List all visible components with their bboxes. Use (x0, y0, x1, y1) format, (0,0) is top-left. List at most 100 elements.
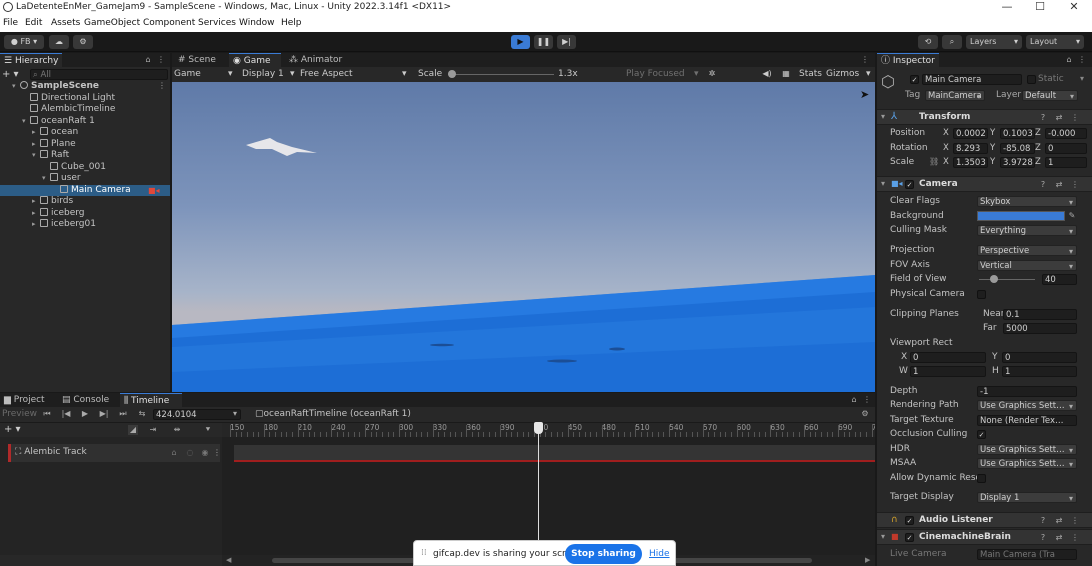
play-icon[interactable]: ▶ (80, 409, 90, 419)
layer-dropdown[interactable]: Default (1022, 90, 1078, 102)
active-checkbox[interactable]: ✓ (910, 75, 919, 84)
collab-icon[interactable]: ⚙ (73, 35, 93, 49)
expand-right-icon[interactable]: ▸ (32, 196, 40, 207)
expand-down-icon[interactable]: ▾ (32, 150, 40, 161)
visibility-icon[interactable]: ◉ (200, 448, 210, 458)
more-icon[interactable]: ⋮ (1070, 533, 1080, 543)
hierarchy-item[interactable]: ▸ birds (0, 196, 170, 207)
history-icon[interactable]: ⟲ (918, 35, 938, 49)
depth-field[interactable]: -1 (977, 386, 1077, 397)
close-button[interactable]: ✕ (1059, 0, 1089, 14)
hierarchy-item[interactable]: ▾ Raft (0, 150, 170, 161)
minimize-button[interactable]: — (992, 0, 1022, 14)
tab-animator[interactable]: ⁂ Animator (285, 53, 347, 67)
alembic-track-header[interactable]: ⛶ Alembic Track ⌂ ◌ ◉ ⋮ (8, 444, 222, 462)
more-icon[interactable]: ⋮ (157, 81, 167, 91)
transform-y-field[interactable]: 0.1003 (1000, 128, 1035, 139)
scale-slider-handle[interactable] (448, 70, 456, 78)
menu-window[interactable]: Window (239, 18, 275, 28)
step-button[interactable]: ▶| (557, 35, 576, 49)
viewport-x-field[interactable]: 0 (910, 352, 986, 363)
aspect-dropdown[interactable]: Free Aspect ▾ (300, 69, 410, 80)
culling-mask-dropdown[interactable]: Everything (977, 225, 1077, 237)
help-icon[interactable]: ? (1038, 113, 1048, 123)
more-icon[interactable]: ⋮ (862, 395, 872, 405)
hdr-dropdown[interactable]: Use Graphics Settings (977, 444, 1077, 455)
drag-handle-icon[interactable]: ⁞⁞ (421, 548, 427, 558)
more-icon[interactable]: ⋮ (1070, 180, 1080, 190)
pause-button[interactable]: ❚❚ (534, 35, 553, 49)
lock-icon[interactable]: ⌂ (143, 55, 153, 65)
tab-game[interactable]: ◉ Game (229, 53, 281, 67)
transform-header[interactable]: ▾ ⅄ Transform ? ⇄ ⋮ (877, 109, 1092, 125)
display-dropdown[interactable]: Display 1 ▾ (242, 69, 298, 80)
link-icon[interactable]: ⛓ (929, 157, 939, 166)
transform-x-field[interactable]: 0.0002 (953, 128, 988, 139)
transform-z-field[interactable]: 0 (1045, 142, 1087, 154)
more-icon[interactable]: ⋮ (1070, 113, 1080, 123)
target-display-dropdown[interactable]: Display 1 (977, 492, 1077, 504)
layout-dropdown[interactable]: Layout ▾ (1026, 35, 1084, 49)
more-icon[interactable]: ⋮ (860, 55, 870, 65)
lock-icon[interactable]: ⌂ (849, 395, 859, 405)
lock-icon[interactable]: ⌂ (169, 448, 179, 458)
game-mode-dropdown[interactable]: Game ▾ (174, 69, 234, 80)
tab-project[interactable]: ▆ Project (0, 393, 54, 407)
frame-field[interactable]: 424.0104 (153, 409, 241, 420)
playhead[interactable] (534, 422, 544, 555)
eyedropper-icon[interactable]: ✎ (1067, 211, 1077, 221)
rendering-path-dropdown[interactable]: Use Graphics Settings (977, 400, 1077, 411)
target-texture-field[interactable]: None (Render Texture) (977, 415, 1077, 426)
bug-icon[interactable]: ✲ (707, 69, 717, 79)
hierarchy-item[interactable]: AlembicTimeline (0, 104, 170, 115)
chevron-down-icon[interactable]: ▾ (233, 409, 237, 418)
hide-link[interactable]: Hide (649, 549, 670, 559)
next-frame-icon[interactable]: ▶| (99, 409, 109, 419)
object-name-field[interactable]: Main Camera (922, 74, 1022, 85)
expand-right-icon[interactable]: ▸ (32, 219, 40, 230)
cloud-icon[interactable]: ☁ (49, 35, 69, 49)
preset-icon[interactable]: ⇄ (1054, 516, 1064, 526)
expand-down-icon[interactable]: ▾ (12, 81, 20, 92)
menu-assets[interactable]: Assets (51, 18, 80, 28)
mute-icon[interactable]: ◌ (185, 448, 195, 458)
play-focused-dropdown[interactable]: Play Focused ▾ (626, 69, 702, 80)
occlusion-culling-checkbox[interactable]: ✓ (977, 430, 986, 439)
audio-listener-header[interactable]: ∩ ✓ Audio Listener ? ⇄ ⋮ (877, 512, 1092, 528)
expand-right-icon[interactable]: ▸ (32, 127, 40, 138)
far-field[interactable]: 5000 (1003, 323, 1077, 334)
play-button[interactable]: ▶ (511, 35, 530, 49)
snap-icon[interactable]: ⯆ (203, 425, 213, 435)
hierarchy-item[interactable]: ▸ ocean (0, 127, 170, 138)
game-viewport[interactable]: ➤ (172, 82, 875, 392)
previous-frame-icon[interactable]: |◀ (61, 409, 71, 419)
hierarchy-item[interactable]: ▾ SampleScene ⋮ (0, 81, 170, 92)
camera-header[interactable]: ▾ ■◂ ✓ Camera ? ⇄ ⋮ (877, 176, 1092, 192)
viewport-y-field[interactable]: 0 (1002, 352, 1077, 363)
menu-component[interactable]: Component (143, 18, 195, 28)
audio-listener-checkbox[interactable]: ✓ (905, 516, 914, 525)
help-icon[interactable]: ? (1038, 516, 1048, 526)
ripple-icon[interactable]: ⇥ (148, 425, 158, 435)
viewport-h-field[interactable]: 1 (1002, 366, 1077, 377)
transform-x-field[interactable]: 1.3503 (953, 157, 988, 168)
stats-button[interactable]: Stats (799, 69, 822, 79)
help-icon[interactable]: ? (1038, 533, 1048, 543)
clip-edit-icon[interactable]: ◢ (128, 425, 138, 435)
gizmos-dropdown[interactable]: Gizmos ▾ (826, 69, 872, 80)
menu-gameobject[interactable]: GameObject (84, 18, 140, 28)
audio-mute-icon[interactable]: ◀) (762, 69, 772, 79)
go-to-end-icon[interactable]: ⏭ (118, 409, 128, 419)
preview-toggle[interactable]: Preview (2, 409, 37, 419)
layers-dropdown[interactable]: Layers ▾ (966, 35, 1022, 49)
dynamic-resolution-checkbox[interactable] (977, 474, 986, 483)
loop-icon[interactable]: ⇆ (137, 409, 147, 419)
near-field[interactable]: 0.1 (1003, 309, 1077, 320)
static-checkbox[interactable] (1027, 75, 1036, 84)
more-icon[interactable]: ⋮ (212, 448, 222, 458)
menu-edit[interactable]: Edit (25, 18, 42, 28)
menu-file[interactable]: File (3, 18, 18, 28)
go-to-start-icon[interactable]: ⏮ (42, 409, 52, 419)
tab-console[interactable]: ▤ Console (58, 393, 116, 407)
fov-slider[interactable] (979, 275, 1035, 283)
